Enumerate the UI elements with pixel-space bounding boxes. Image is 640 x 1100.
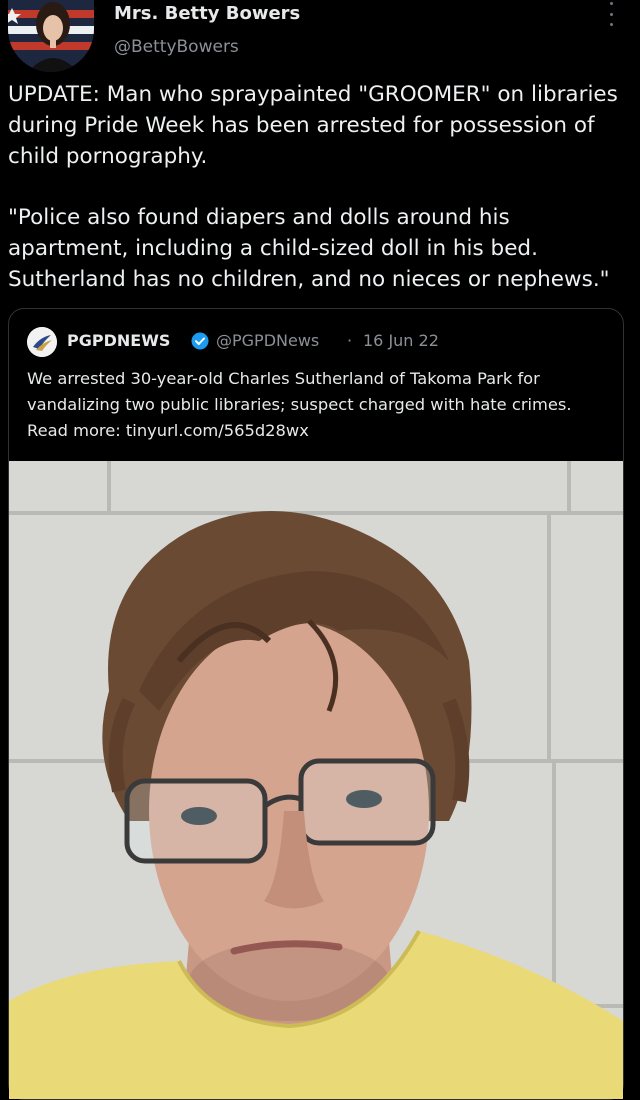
quoted-date[interactable]: 16 Jun 22 — [363, 331, 439, 350]
quoted-text: We arrested 30-year-old Charles Sutherla… — [27, 369, 572, 440]
tweet-paragraph: "Police also found diapers and dolls aro… — [8, 205, 610, 292]
more-vertical-icon[interactable] — [604, 2, 618, 26]
separator-dot: · — [347, 331, 353, 350]
author-handle[interactable]: @BettyBowers — [114, 37, 239, 57]
author-avatar[interactable] — [8, 0, 94, 72]
mugshot-photo[interactable] — [9, 461, 623, 1099]
quoted-author-name[interactable]: PGPDNEWS — [67, 331, 170, 350]
quoted-tweet-card[interactable]: PGPDNEWS @PGPDNews · 16 Jun 22 We arrest… — [8, 308, 624, 1100]
tweet-paragraph: UPDATE: Man who spraypainted "GROOMER" o… — [8, 82, 618, 169]
quoted-author-handle[interactable]: @PGPDNews — [216, 331, 319, 350]
tweet-text: UPDATE: Man who spraypainted "GROOMER" o… — [8, 79, 632, 325]
verified-badge-icon — [191, 332, 209, 350]
quoted-avatar[interactable] — [27, 327, 57, 357]
author-name[interactable]: Mrs. Betty Bowers — [114, 3, 300, 24]
